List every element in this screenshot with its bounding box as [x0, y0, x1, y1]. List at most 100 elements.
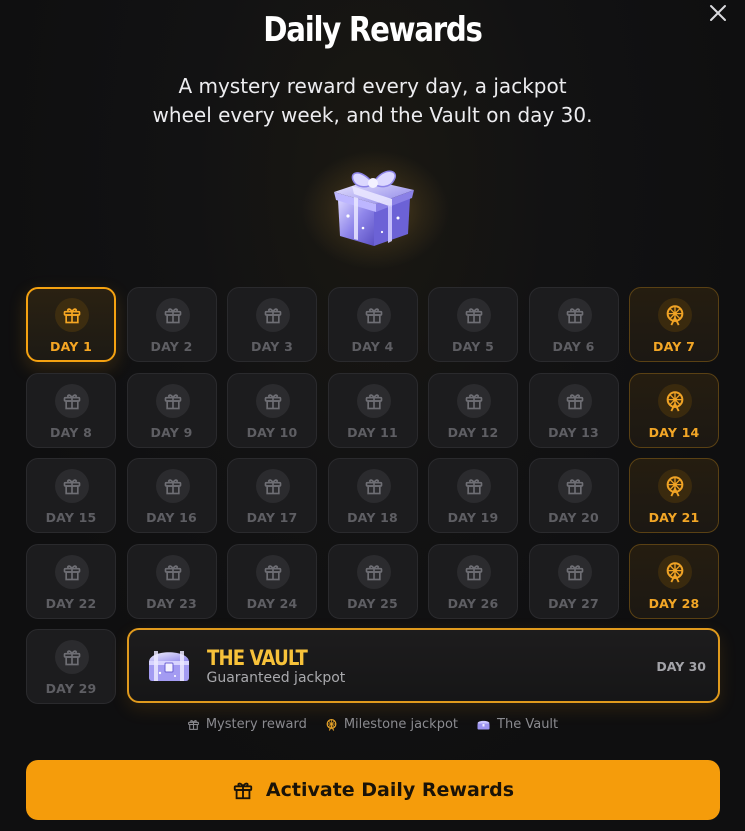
- vault-day-label: DAY 30: [656, 659, 706, 674]
- day-tile-20[interactable]: DAY 20: [528, 458, 619, 533]
- gift-icon: [55, 383, 89, 418]
- gift-icon: [155, 554, 190, 589]
- day-label: DAY 24: [246, 595, 298, 611]
- day-label: DAY 12: [447, 424, 499, 440]
- gift-icon: [55, 640, 89, 674]
- day-tile-22[interactable]: DAY 22: [26, 543, 116, 619]
- day-tile-21[interactable]: DAY 21: [629, 458, 719, 533]
- day-tile-27[interactable]: DAY 27: [528, 543, 619, 619]
- chest-icon: [148, 651, 189, 681]
- gift-icon: [356, 469, 391, 503]
- gift-icon: [256, 298, 290, 332]
- day-tile-15[interactable]: DAY 15: [26, 458, 116, 533]
- gift-icon: [155, 383, 190, 418]
- gift-icon: [457, 469, 491, 503]
- day-label: DAY 14: [648, 424, 700, 440]
- day-tile-10[interactable]: DAY 10: [227, 372, 317, 448]
- gift-icon: [155, 469, 190, 503]
- day-label: DAY 3: [251, 339, 293, 354]
- day-label: DAY 1: [50, 339, 92, 354]
- day-label: DAY 6: [552, 339, 595, 354]
- legend-label: Mystery reward: [205, 717, 307, 732]
- gift-icon: [256, 554, 290, 589]
- day-tile-4[interactable]: DAY 4: [327, 287, 418, 362]
- day-label: DAY 23: [146, 595, 197, 611]
- day-tile-3[interactable]: DAY 3: [227, 287, 317, 362]
- day-tile-13[interactable]: DAY 13: [528, 372, 619, 448]
- vault-title: THE VAULT: [206, 646, 308, 670]
- day-label: DAY 15: [45, 510, 97, 525]
- day-label: DAY 7: [653, 339, 695, 354]
- wheel-icon: [658, 554, 692, 589]
- day-tile-6[interactable]: DAY 6: [528, 287, 619, 362]
- legend-label: Milestone jackpot: [343, 717, 459, 732]
- modal-subtitle: A mystery reward every day, a jackpot wh…: [152, 74, 593, 127]
- cta-label: Activate Daily Rewards: [265, 779, 515, 801]
- gift-icon: [233, 782, 253, 800]
- day-label: DAY 25: [347, 595, 398, 611]
- day-tile-5[interactable]: DAY 5: [428, 287, 518, 362]
- day-label: DAY 5: [452, 339, 494, 354]
- gift-icon: [55, 298, 89, 332]
- day-tile-25[interactable]: DAY 25: [327, 543, 418, 619]
- day-label: DAY 22: [45, 595, 97, 611]
- gift-icon: [187, 720, 199, 730]
- day-tile-24[interactable]: DAY 24: [227, 543, 317, 619]
- day-tile-8[interactable]: DAY 8: [26, 372, 116, 448]
- day-label: DAY 21: [648, 510, 700, 525]
- vault-tile[interactable]: THE VAULT Guaranteed jackpot DAY 30: [126, 628, 720, 703]
- daily-rewards-modal: Daily Rewards A mystery reward every day…: [0, 0, 745, 831]
- wheel-icon: [658, 469, 692, 503]
- legend-item-mystery: Mystery reward: [187, 717, 307, 732]
- gift-icon: [356, 298, 391, 332]
- day-tile-2[interactable]: DAY 2: [126, 287, 217, 362]
- day-tile-18[interactable]: DAY 18: [327, 458, 418, 533]
- gift-icon: [457, 383, 491, 418]
- day-tile-28[interactable]: DAY 28: [629, 543, 719, 619]
- day-label: DAY 27: [548, 595, 599, 611]
- day-tile-12[interactable]: DAY 12: [428, 372, 518, 448]
- day-tile-17[interactable]: DAY 17: [227, 458, 317, 533]
- day-tile-9[interactable]: DAY 9: [126, 372, 217, 448]
- day-label: DAY 17: [246, 510, 298, 525]
- legend-label: The Vault: [497, 717, 559, 732]
- day-label: DAY 19: [447, 510, 499, 525]
- day-label: DAY 29: [45, 681, 97, 696]
- day-tile-23[interactable]: DAY 23: [126, 543, 217, 619]
- modal-title: Daily Rewards: [263, 10, 483, 50]
- day-label: DAY 16: [146, 510, 197, 525]
- hero-gift-icon: [334, 170, 414, 246]
- gift-icon: [557, 298, 592, 332]
- day-label: DAY 8: [50, 424, 92, 440]
- day-label: DAY 4: [351, 339, 394, 354]
- gift-icon: [155, 298, 190, 332]
- close-icon[interactable]: [707, 2, 729, 24]
- legend-item-milestone: Milestone jackpot: [325, 717, 458, 732]
- day-tile-16[interactable]: DAY 16: [126, 458, 217, 533]
- day-label: DAY 13: [548, 424, 599, 440]
- day-label: DAY 9: [150, 424, 193, 440]
- day-label: DAY 28: [648, 595, 700, 611]
- day-tile-7[interactable]: DAY 7: [629, 287, 719, 362]
- activate-daily-rewards-button[interactable]: Activate Daily Rewards: [26, 760, 720, 820]
- gift-icon: [356, 554, 391, 589]
- chest-icon: [477, 720, 490, 730]
- day-tile-29[interactable]: DAY 29: [26, 629, 116, 704]
- gift-icon: [256, 383, 290, 418]
- day-label: DAY 11: [347, 424, 398, 440]
- gift-icon: [55, 469, 89, 503]
- day-tile-1[interactable]: DAY 1: [26, 287, 116, 362]
- day-tile-14[interactable]: DAY 14: [629, 372, 719, 448]
- gift-icon: [557, 554, 592, 589]
- day-tile-26[interactable]: DAY 26: [428, 543, 518, 619]
- gift-icon: [256, 469, 290, 503]
- gift-icon: [557, 469, 592, 503]
- gift-icon: [457, 554, 491, 589]
- legend-item-vault: The Vault: [476, 717, 558, 732]
- wheel-icon: [658, 383, 692, 418]
- day-tile-11[interactable]: DAY 11: [327, 372, 418, 448]
- wheel-icon: [658, 298, 692, 332]
- day-tile-19[interactable]: DAY 19: [428, 458, 518, 533]
- gift-icon: [457, 298, 491, 332]
- vault-subtitle: Guaranteed jackpot: [206, 670, 346, 686]
